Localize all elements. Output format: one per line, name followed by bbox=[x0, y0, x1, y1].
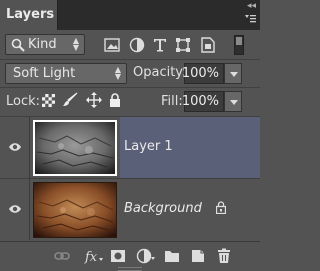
new-adjustment-layer-icon[interactable] bbox=[136, 248, 156, 264]
blend-mode-label: Soft Light bbox=[13, 66, 76, 81]
background-thumbnail bbox=[33, 182, 117, 238]
chevron-down-icon bbox=[230, 72, 238, 77]
svg-text:fx: fx bbox=[84, 250, 98, 264]
link-layers-icon[interactable] bbox=[54, 248, 70, 264]
fill-input[interactable]: 100% bbox=[181, 91, 224, 112]
visibility-eye-icon[interactable] bbox=[8, 141, 22, 153]
filter-smart-object-icon[interactable] bbox=[200, 37, 216, 53]
opacity-input[interactable]: 100% bbox=[181, 63, 224, 84]
add-layer-mask-icon[interactable] bbox=[110, 248, 126, 264]
opacity-value: 100% bbox=[181, 66, 219, 81]
new-group-folder-icon[interactable] bbox=[164, 248, 180, 264]
panel-resize-grip[interactable] bbox=[118, 267, 142, 271]
chevron-updown-icon: ▲ ▼ bbox=[114, 65, 121, 81]
panel-titlebar: Layers ◂◂ bbox=[0, 0, 260, 30]
tab-layers[interactable]: Layers bbox=[0, 0, 58, 30]
filter-kind-select[interactable]: Kind ▲ ▼ bbox=[5, 34, 85, 55]
layer-style-fx-icon[interactable]: fx bbox=[84, 248, 104, 264]
lock-transparent-pixels-icon[interactable] bbox=[42, 94, 55, 107]
blend-mode-select[interactable]: Soft Light ▲ ▼ bbox=[5, 63, 127, 84]
fill-label: Fill: bbox=[161, 94, 183, 109]
layers-bottom-toolbar: fx bbox=[0, 241, 260, 271]
filter-adjustment-icon[interactable] bbox=[129, 37, 145, 53]
fill-value: 100% bbox=[181, 94, 219, 109]
layer-locked-icon bbox=[216, 201, 226, 214]
filter-shape-icon[interactable] bbox=[175, 37, 191, 53]
lock-image-pixels-brush-icon[interactable] bbox=[62, 92, 78, 108]
chevron-down-icon bbox=[230, 100, 238, 105]
layer-name[interactable]: Layer 1 bbox=[124, 139, 173, 154]
filter-pixel-icon[interactable] bbox=[104, 37, 120, 53]
collapse-icon[interactable]: ◂◂ bbox=[247, 1, 256, 11]
layer-name[interactable]: Background bbox=[124, 201, 202, 216]
visibility-eye-icon[interactable] bbox=[8, 203, 22, 215]
lock-all-icon[interactable] bbox=[109, 93, 121, 107]
search-icon bbox=[11, 38, 25, 52]
delete-layer-trash-icon[interactable] bbox=[216, 248, 232, 264]
layer-row-layer-1[interactable]: Layer 1 bbox=[0, 117, 260, 178]
new-layer-icon[interactable] bbox=[190, 248, 206, 264]
filter-toggle-switch[interactable] bbox=[234, 35, 244, 55]
layer-1-thumbnail bbox=[33, 120, 117, 176]
fill-dropdown-button[interactable] bbox=[224, 91, 242, 112]
filter-kind-label: Kind bbox=[28, 37, 57, 52]
panel-menu-icon[interactable] bbox=[244, 13, 256, 25]
opacity-label: Opacity: bbox=[133, 65, 187, 80]
filter-type-icon[interactable] bbox=[152, 37, 168, 53]
panel-title: Layers bbox=[6, 7, 55, 22]
lock-label: Lock: bbox=[6, 94, 41, 109]
chevron-updown-icon: ▲ ▼ bbox=[72, 36, 79, 52]
opacity-dropdown-button[interactable] bbox=[224, 63, 242, 84]
lock-position-move-icon[interactable] bbox=[86, 92, 102, 108]
layer-row-background[interactable]: Background bbox=[0, 179, 260, 240]
